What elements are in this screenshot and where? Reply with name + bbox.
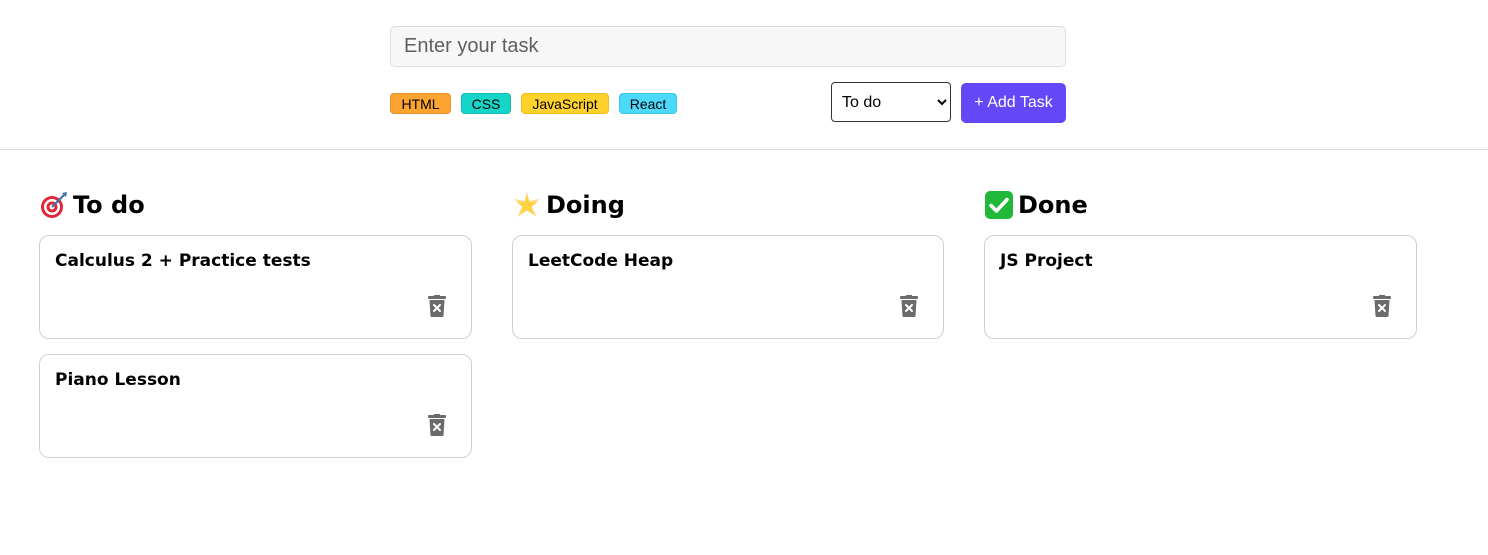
delete-task-button[interactable] bbox=[428, 295, 446, 317]
task-input[interactable] bbox=[390, 26, 1066, 67]
column-heading: To do bbox=[39, 188, 472, 222]
tag-react-button[interactable]: React bbox=[619, 93, 677, 114]
column-heading: Done bbox=[984, 188, 1417, 222]
column-done: Done JS Project bbox=[984, 188, 1417, 339]
task-form: HTML CSS JavaScript React To do + Add Ta… bbox=[0, 0, 1488, 150]
task-card: LeetCode Heap bbox=[512, 235, 944, 339]
delete-task-button[interactable] bbox=[428, 414, 446, 436]
status-select[interactable]: To do bbox=[831, 82, 951, 122]
task-title: LeetCode Heap bbox=[528, 251, 674, 271]
trash-icon bbox=[900, 295, 918, 317]
column-heading: Doing bbox=[512, 188, 944, 222]
column-title: Doing bbox=[546, 191, 625, 219]
add-task-button[interactable]: + Add Task bbox=[961, 83, 1066, 123]
trash-icon bbox=[428, 295, 446, 317]
trash-icon bbox=[428, 414, 446, 436]
task-title: JS Project bbox=[1000, 251, 1093, 271]
tag-javascript-button[interactable]: JavaScript bbox=[521, 93, 609, 114]
check-mark-icon bbox=[984, 190, 1014, 220]
delete-task-button[interactable] bbox=[900, 295, 918, 317]
glowing-star-icon bbox=[512, 190, 542, 220]
column-doing: Doing LeetCode Heap bbox=[512, 188, 944, 339]
tag-css-button[interactable]: CSS bbox=[461, 93, 511, 114]
task-title: Piano Lesson bbox=[55, 370, 181, 390]
dart-target-icon bbox=[39, 190, 69, 220]
delete-task-button[interactable] bbox=[1373, 295, 1391, 317]
tag-html-button[interactable]: HTML bbox=[390, 93, 451, 114]
column-title: To do bbox=[73, 191, 145, 219]
task-card: Calculus 2 + Practice tests bbox=[39, 235, 472, 339]
task-card: JS Project bbox=[984, 235, 1417, 339]
column-title: Done bbox=[1018, 191, 1088, 219]
task-card: Piano Lesson bbox=[39, 354, 472, 458]
column-todo: To do Calculus 2 + Practice tests Piano … bbox=[39, 188, 472, 458]
trash-icon bbox=[1373, 295, 1391, 317]
task-title: Calculus 2 + Practice tests bbox=[55, 251, 311, 271]
